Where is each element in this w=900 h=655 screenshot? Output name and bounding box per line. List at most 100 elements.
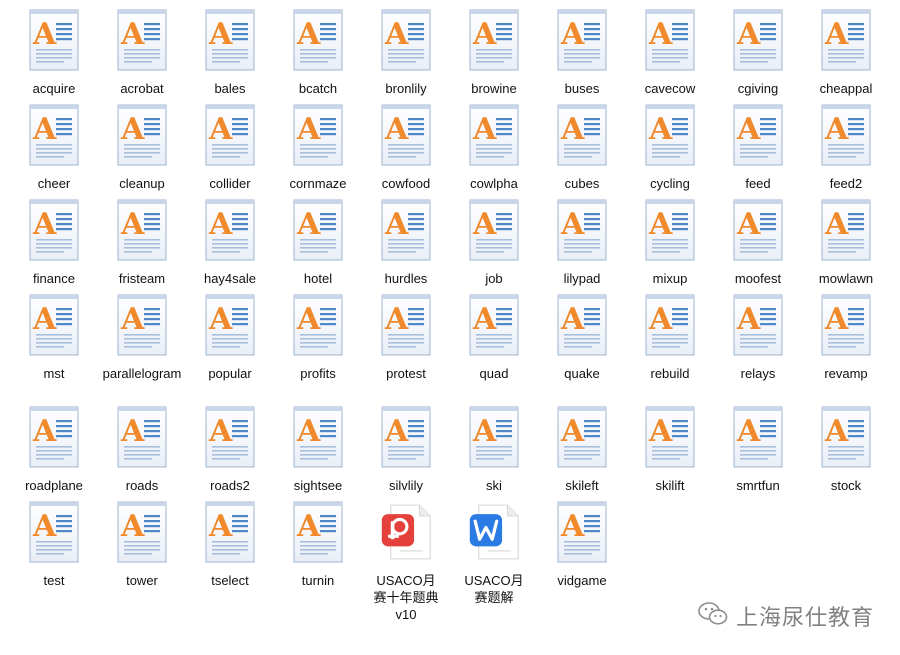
file-item[interactable]: Acollider — [186, 103, 274, 192]
file-item[interactable]: USACO月赛十年题典v10 — [362, 500, 450, 623]
wordpad-document-icon: A — [292, 198, 344, 262]
file-name: bales — [214, 81, 246, 96]
file-item[interactable]: Abronlily — [362, 8, 450, 97]
file-item[interactable]: Amst — [10, 293, 98, 382]
file-item[interactable]: Aroadplane — [10, 405, 98, 494]
wordpad-document-icon: A — [116, 500, 168, 564]
file-item[interactable]: Ajob — [450, 198, 538, 287]
file-item[interactable]: Acavecow — [626, 8, 714, 97]
svg-text:A: A — [296, 414, 321, 449]
file-item[interactable]: Aprofits — [274, 293, 362, 382]
file-item[interactable]: Asilvlily — [362, 405, 450, 494]
file-item[interactable]: Askilift — [626, 405, 714, 494]
file-name: stock — [830, 478, 862, 493]
file-item[interactable]: Acheappal — [802, 8, 890, 97]
svg-text:A: A — [32, 509, 57, 544]
file-item[interactable]: Amowlawn — [802, 198, 890, 287]
file-item[interactable]: Acowfood — [362, 103, 450, 192]
file-item[interactable]: USACO月赛题解 — [450, 500, 538, 606]
file-item[interactable]: Arebuild — [626, 293, 714, 382]
file-item[interactable]: Arevamp — [802, 293, 890, 382]
file-item[interactable]: Aski — [450, 405, 538, 494]
wordpad-document-icon: A — [556, 103, 608, 167]
wordpad-document-icon: A — [204, 198, 256, 262]
file-item[interactable]: Askileft — [538, 405, 626, 494]
file-item[interactable]: Aroads — [98, 405, 186, 494]
svg-text:A: A — [32, 414, 57, 449]
file-item[interactable]: Aparallelogram — [98, 293, 186, 382]
file-item[interactable]: Avidgame — [538, 500, 626, 589]
svg-text:A: A — [648, 414, 673, 449]
wordpad-document-icon: A — [644, 8, 696, 72]
file-item[interactable]: Amoofest — [714, 198, 802, 287]
svg-text:A: A — [120, 509, 145, 544]
file-item[interactable]: Acornmaze — [274, 103, 362, 192]
svg-text:A: A — [120, 112, 145, 147]
svg-text:A: A — [648, 17, 673, 52]
file-item[interactable]: Abuses — [538, 8, 626, 97]
file-item[interactable]: Aacrobat — [98, 8, 186, 97]
file-item[interactable]: Abcatch — [274, 8, 362, 97]
file-name: hay4sale — [203, 271, 257, 286]
file-item[interactable]: Abrowine — [450, 8, 538, 97]
wordpad-document-icon: A — [644, 405, 696, 469]
file-item[interactable]: Afeed — [714, 103, 802, 192]
file-item[interactable]: Ahay4sale — [186, 198, 274, 287]
file-item[interactable]: Afeed2 — [802, 103, 890, 192]
wordpad-document-icon: A — [380, 405, 432, 469]
file-name: cavecow — [644, 81, 696, 96]
file-item[interactable]: Ahurdles — [362, 198, 450, 287]
svg-text:A: A — [472, 414, 497, 449]
file-name: job — [485, 271, 503, 286]
file-item[interactable]: Acowlpha — [450, 103, 538, 192]
file-name: feed — [745, 176, 771, 191]
file-name: protest — [386, 366, 426, 381]
file-item[interactable]: Acycling — [626, 103, 714, 192]
wordpad-document-icon: A — [116, 198, 168, 262]
file-item[interactable]: Afinance — [10, 198, 98, 287]
file-name: popular — [208, 366, 252, 381]
wordpad-document-icon: A — [468, 198, 520, 262]
file-item[interactable]: Asmrtfun — [714, 405, 802, 494]
file-item[interactable]: Aacquire — [10, 8, 98, 97]
file-item[interactable]: Acleanup — [98, 103, 186, 192]
wordpad-document-icon: A — [204, 8, 256, 72]
file-item[interactable]: Acgiving — [714, 8, 802, 97]
file-item[interactable]: Aturnin — [274, 500, 362, 589]
wordpad-document-icon: A — [556, 405, 608, 469]
wordpad-document-icon: A — [732, 8, 784, 72]
wordpad-document-icon: A — [28, 293, 80, 357]
wordpad-document-icon: A — [204, 103, 256, 167]
file-item[interactable]: Astock — [802, 405, 890, 494]
wordpad-document-icon: A — [116, 293, 168, 357]
file-item[interactable]: Acubes — [538, 103, 626, 192]
file-name: vidgame — [557, 573, 607, 588]
file-item[interactable]: Atest — [10, 500, 98, 589]
svg-text:A: A — [208, 302, 233, 337]
svg-text:A: A — [560, 207, 585, 242]
file-name: roads2 — [210, 478, 250, 493]
file-item[interactable]: Abales — [186, 8, 274, 97]
file-name: skileft — [565, 478, 599, 493]
file-name: bcatch — [298, 81, 338, 96]
file-item[interactable]: Acheer — [10, 103, 98, 192]
file-item[interactable]: Aroads2 — [186, 405, 274, 494]
wordpad-document-icon: A — [732, 293, 784, 357]
file-item[interactable]: Asightsee — [274, 405, 362, 494]
file-item[interactable]: Arelays — [714, 293, 802, 382]
file-item[interactable]: Aprotest — [362, 293, 450, 382]
file-item[interactable]: Amixup — [626, 198, 714, 287]
file-item[interactable]: Ahotel — [274, 198, 362, 287]
file-item[interactable]: Alilypad — [538, 198, 626, 287]
file-name: tower — [126, 573, 158, 588]
svg-text:A: A — [736, 414, 761, 449]
file-item[interactable]: Atower — [98, 500, 186, 589]
file-item[interactable]: Apopular — [186, 293, 274, 382]
wordpad-document-icon: A — [820, 8, 872, 72]
file-item[interactable]: Aquad — [450, 293, 538, 382]
file-item[interactable]: Aquake — [538, 293, 626, 382]
wordpad-document-icon: A — [380, 198, 432, 262]
file-name: mowlawn — [818, 271, 874, 286]
file-item[interactable]: Afristeam — [98, 198, 186, 287]
file-item[interactable]: Atselect — [186, 500, 274, 589]
